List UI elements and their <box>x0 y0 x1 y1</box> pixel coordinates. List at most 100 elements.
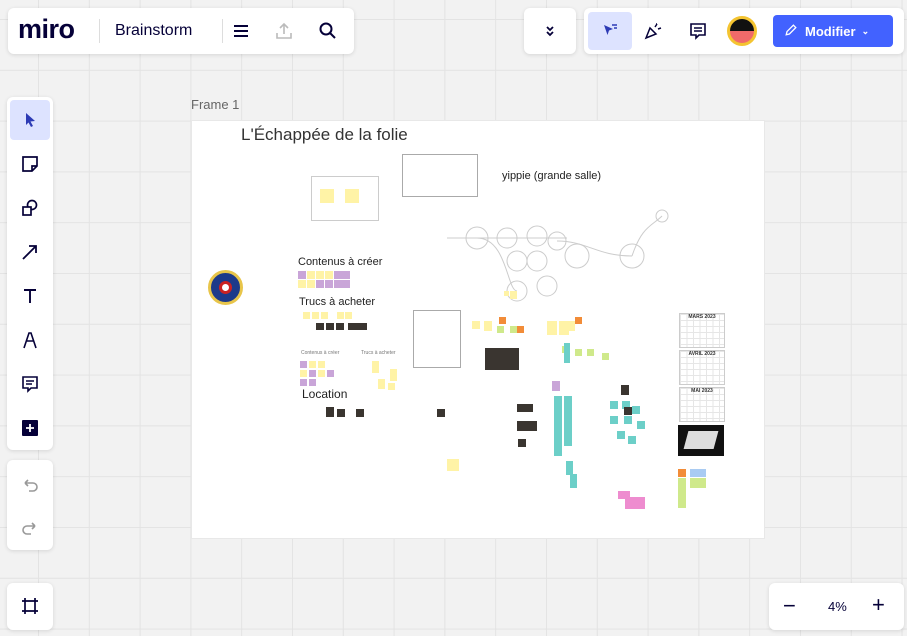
sticky-note[interactable] <box>307 271 315 279</box>
sticky-note[interactable] <box>345 312 352 319</box>
comment-tool-icon[interactable] <box>18 372 42 396</box>
text-icon[interactable] <box>18 284 42 308</box>
image-thumbnail[interactable] <box>337 409 345 417</box>
sticky-note[interactable] <box>327 370 334 377</box>
sticky-note[interactable] <box>447 459 459 471</box>
upload-icon[interactable] <box>272 19 296 43</box>
3d-room-image[interactable] <box>678 425 724 456</box>
sticky-note[interactable] <box>575 317 582 324</box>
sticky-note[interactable] <box>547 321 557 335</box>
chevrons-down-icon[interactable] <box>538 19 562 43</box>
select-tool-icon[interactable] <box>10 100 50 140</box>
sticky-note[interactable] <box>316 280 324 288</box>
sticky-note[interactable] <box>320 189 334 203</box>
sticky-note[interactable] <box>678 478 686 508</box>
image-thumbnail[interactable] <box>517 404 525 412</box>
sticky-note[interactable] <box>318 370 325 377</box>
sticky-note[interactable] <box>300 379 307 386</box>
sticky-note[interactable] <box>624 416 632 424</box>
sticky-note[interactable] <box>510 326 517 333</box>
sticky-note[interactable] <box>321 312 328 319</box>
sticky-note[interactable] <box>298 271 306 279</box>
floor-plan[interactable] <box>413 310 461 368</box>
add-icon[interactable] <box>18 416 42 440</box>
sticky-note[interactable] <box>517 326 524 333</box>
floor-plan[interactable] <box>402 154 478 197</box>
board-name[interactable]: Brainstorm <box>115 22 192 40</box>
sticky-note[interactable] <box>610 401 618 409</box>
sticky-note[interactable] <box>499 317 506 324</box>
sticky-note[interactable] <box>345 189 359 203</box>
image-thumbnail[interactable] <box>624 407 632 415</box>
image-thumbnail[interactable] <box>527 421 537 431</box>
sticky-note[interactable] <box>637 421 645 429</box>
image-thumbnail[interactable] <box>326 407 334 417</box>
sticky-note[interactable] <box>602 353 609 360</box>
frame-1[interactable]: L'Échappée de la folie yippie (grande sa… <box>191 120 765 539</box>
calendar-march[interactable]: MARS 2023 <box>679 313 725 348</box>
image-thumbnail[interactable] <box>517 421 527 431</box>
sticky-note[interactable] <box>625 497 645 509</box>
pen-icon[interactable] <box>18 328 42 352</box>
sticky-note[interactable] <box>309 361 316 368</box>
sticky-note[interactable] <box>325 271 333 279</box>
zoom-out-button[interactable]: − <box>783 593 796 619</box>
sticky-note[interactable] <box>510 291 517 299</box>
sticky-note[interactable] <box>690 469 698 477</box>
image-thumbnail[interactable] <box>326 323 334 330</box>
menu-icon[interactable] <box>229 19 253 43</box>
sticky-note[interactable] <box>698 478 706 488</box>
frames-icon[interactable] <box>18 594 42 618</box>
miro-logo[interactable]: miro <box>18 14 75 45</box>
sticky-note[interactable] <box>628 436 636 444</box>
sticky-note[interactable] <box>309 370 316 377</box>
sticky-note[interactable] <box>316 271 324 279</box>
sticky-note[interactable] <box>575 349 582 356</box>
sticky-note[interactable] <box>632 406 640 414</box>
sticky-note[interactable] <box>617 431 625 439</box>
sticky-note[interactable] <box>325 280 333 288</box>
search-icon[interactable] <box>316 19 340 43</box>
shapes-icon[interactable] <box>18 196 42 220</box>
sticky-note[interactable] <box>566 461 573 475</box>
image-thumbnail[interactable] <box>356 409 364 417</box>
sticky-note[interactable] <box>388 383 395 390</box>
sticky-note[interactable] <box>587 349 594 356</box>
sticky-note[interactable] <box>300 361 307 368</box>
frame-label[interactable]: Frame 1 <box>191 97 239 112</box>
sticky-note[interactable] <box>698 469 706 477</box>
sticky-note[interactable] <box>303 312 310 319</box>
sticky-note[interactable] <box>309 379 316 386</box>
sticky-note[interactable] <box>690 478 698 488</box>
image-thumbnail[interactable] <box>437 409 445 417</box>
sticky-note[interactable] <box>610 416 618 424</box>
sticky-note[interactable] <box>678 469 686 477</box>
calendar-april[interactable]: AVRIL 2023 <box>679 350 725 385</box>
avatar[interactable] <box>727 16 757 46</box>
sticky-note[interactable] <box>484 321 492 331</box>
image-thumbnail[interactable] <box>621 385 629 395</box>
sticky-note[interactable] <box>334 280 342 288</box>
image-thumbnail[interactable] <box>485 348 519 370</box>
zoom-level[interactable]: 4% <box>828 599 847 614</box>
redo-icon[interactable] <box>18 516 42 540</box>
sticky-note[interactable] <box>570 474 577 488</box>
sticky-note[interactable] <box>334 271 342 279</box>
image-thumbnail[interactable] <box>525 404 533 412</box>
sticky-note[interactable] <box>312 312 319 319</box>
sticky-note[interactable] <box>567 321 575 331</box>
sticky-note[interactable] <box>318 361 325 368</box>
arrow-icon[interactable] <box>18 240 42 264</box>
sticky-note[interactable] <box>472 321 480 329</box>
sticky-note[interactable] <box>298 280 306 288</box>
image-thumbnail[interactable] <box>357 323 367 330</box>
sticky-note[interactable] <box>554 396 562 456</box>
sticky-note[interactable] <box>378 379 385 389</box>
sticky-note[interactable] <box>564 343 570 363</box>
sticky-note[interactable] <box>552 381 560 391</box>
image-thumbnail[interactable] <box>336 323 344 330</box>
sticky-note[interactable] <box>497 326 504 333</box>
sticky-note-icon[interactable] <box>18 152 42 176</box>
sticky-note[interactable] <box>390 369 397 381</box>
modifier-button[interactable]: Modifier ⌄ <box>773 15 893 47</box>
